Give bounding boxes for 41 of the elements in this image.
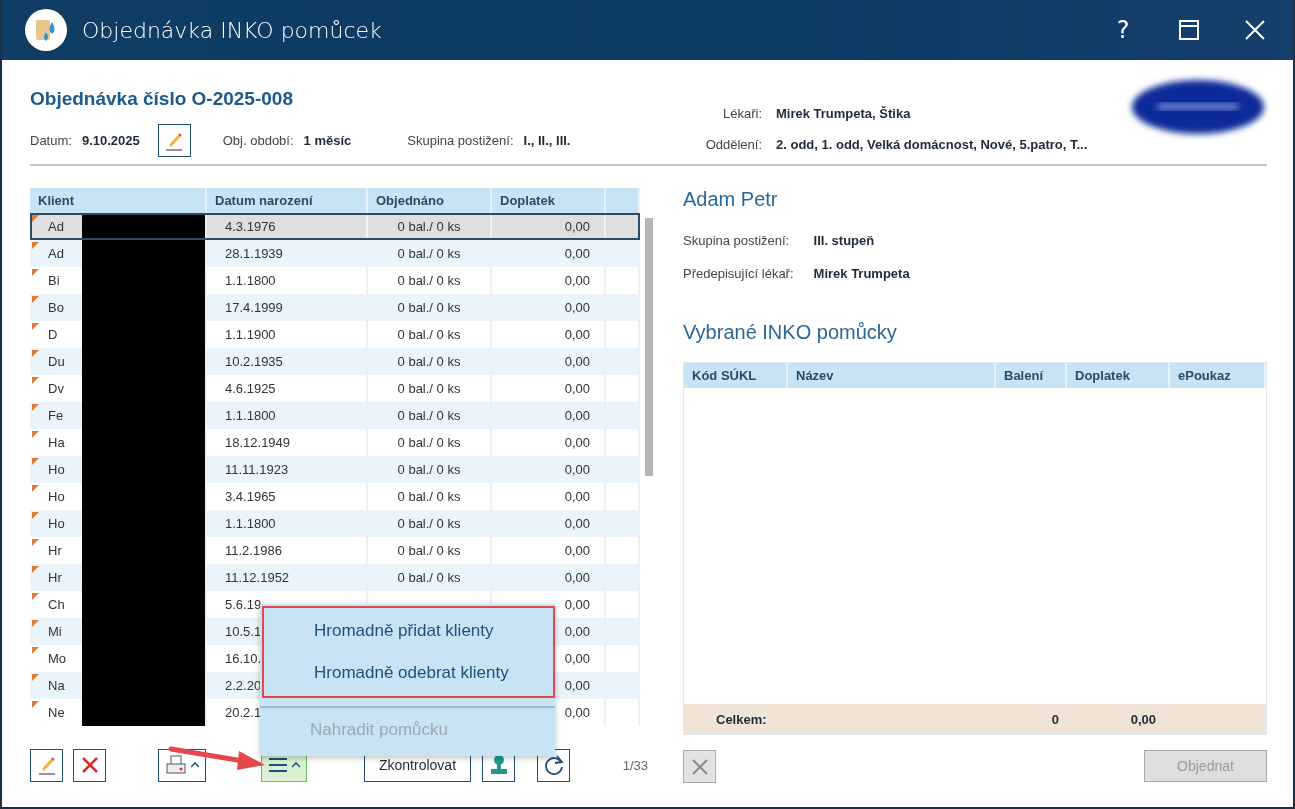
table-cell: Ho <box>48 489 65 504</box>
field-label: Datum: <box>30 133 72 148</box>
total-surcharge: 0,00 <box>1129 711 1157 727</box>
table-cell: Hr <box>48 543 62 558</box>
table-cell: Dv <box>48 381 64 396</box>
table-cell: Fe <box>48 408 64 423</box>
table-cell: Hr <box>48 570 62 585</box>
field-value: I., II., III. <box>523 133 571 148</box>
table-cell: D <box>48 327 58 342</box>
table-cell: Ch <box>48 597 65 612</box>
field-value: Mirek Trumpeta <box>813 266 911 281</box>
table-cell: Ne <box>48 705 65 720</box>
field-value: 9.10.2025 <box>81 133 140 148</box>
table-cell: Ha <box>48 435 65 450</box>
table-cell: Ad <box>48 219 64 234</box>
page-counter: 1/33 <box>622 757 648 773</box>
window-title: Objednávka INKO pomůcek <box>82 17 383 43</box>
field-label: Lékaři: <box>721 106 762 121</box>
field-value: 2. odd, 1. odd, Velká domácnost, Nové, 5.patro, T... <box>776 137 1089 152</box>
table-cell: Mi <box>48 624 62 639</box>
table-cell: Na <box>48 678 65 693</box>
total-packages: 0 <box>1050 711 1060 727</box>
patient-name: Adam Petr <box>683 188 779 211</box>
order-title: Objednávka číslo O-2025-008 <box>30 88 294 110</box>
total-label: Celkem: <box>715 711 768 727</box>
field-label: Skupina postižení: <box>683 233 791 248</box>
field-value: Mirek Trumpeta, Štika <box>776 106 912 121</box>
field-label: Předepisující lékař: <box>683 266 794 281</box>
table-cell: Ho <box>48 516 65 531</box>
table-cell: Bo <box>48 300 64 315</box>
table-cell: Mo <box>48 651 67 666</box>
field-label: Obj. období: <box>222 133 294 148</box>
section-title: Vybrané INKO pomůcky <box>683 321 898 344</box>
table-cell: Ho <box>48 462 65 477</box>
field-label: Skupina postižení: <box>407 133 514 148</box>
table-cell: Ad <box>48 246 64 261</box>
field-label: Oddělení: <box>704 137 762 152</box>
field-value: III. stupeň <box>813 233 876 248</box>
table-cell: Bi <box>48 273 60 288</box>
field-value: 1 měsíc <box>303 133 352 148</box>
table-cell: Du <box>48 354 65 369</box>
